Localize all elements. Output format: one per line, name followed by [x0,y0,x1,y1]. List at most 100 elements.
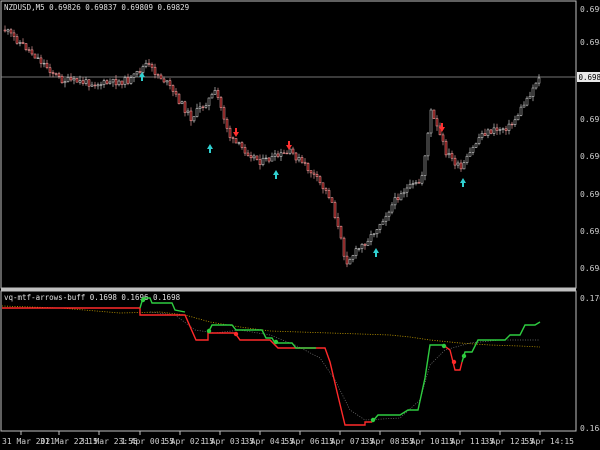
candle-body [243,147,247,154]
candle-body [81,80,85,84]
indicator-dot [441,343,447,349]
candle-body [531,87,535,97]
candle-body [84,79,88,84]
buy-arrow-icon [207,144,213,153]
candle-body [51,72,55,74]
candle-body [45,62,49,68]
candle-body [219,97,223,108]
candle-body [375,229,379,235]
candle-body [411,183,415,185]
candle-body [420,175,424,184]
candle-body [72,78,76,81]
candle-body [396,197,400,201]
chart-window[interactable]: NZDUSD,M5 0.69826 0.69837 0.69809 0.6982… [0,0,600,450]
candle-body [237,142,241,144]
candle-body [393,197,397,206]
candle-body [192,116,196,122]
candle-body [339,225,343,239]
candle-body [282,152,286,154]
candle-body [99,84,103,86]
candle-body [279,152,283,157]
candle-body [66,77,70,82]
candle-body [138,71,142,73]
candle-body [525,97,529,106]
candle-body [285,152,289,155]
candle-body [117,80,121,86]
candle-body [516,115,520,121]
indicator-slow-line [149,311,540,421]
candle-body [489,129,493,134]
candle-body [510,123,514,126]
candle-body [123,77,127,85]
candle-body [324,188,328,191]
candle-body [303,161,307,164]
indicator-bull-line [371,344,443,423]
candle-body [426,132,430,157]
candle-body [369,234,373,242]
indicator-dot [273,339,279,345]
candle-body [501,128,505,130]
candle-body [36,57,40,59]
candle-body [183,101,187,113]
candle-body [105,80,109,84]
candle-body [315,174,319,177]
candle-body [3,29,7,32]
candle-body [21,42,25,44]
candle-body [333,202,337,218]
candle-body [258,159,262,165]
candle-body [477,137,481,144]
candle-body [366,240,370,246]
candle-body [354,248,358,256]
candle-body [504,128,508,131]
candle-body [507,123,511,131]
candle-body [363,243,367,246]
candle-body [429,109,433,134]
candle-body [384,215,388,222]
candle-body [246,152,250,156]
candle-body [9,29,13,34]
candle-body [54,73,58,75]
candle-body [351,255,355,260]
candle-body [387,211,391,217]
indicator-lines [1,297,541,426]
candle-body [468,152,472,157]
candle-body [297,157,301,161]
candlestick-series [3,25,541,268]
indicator-dot [461,353,467,359]
candle-body [534,82,538,89]
candle-body [90,84,94,87]
indicator-dot [206,328,212,334]
candle-body [408,183,412,189]
candle-body [78,80,82,83]
indicator-dot [233,331,239,337]
sell-arrow-icon [233,128,239,137]
candle-body [300,157,304,163]
chart-canvas[interactable]: NZDUSD,M5 0.69826 0.69837 0.69809 0.6982… [0,0,600,450]
candle-body [321,182,325,190]
candle-body [480,133,484,138]
candle-body [495,127,499,131]
candle-body [153,66,157,75]
candle-body [69,77,73,81]
candle-body [168,80,172,86]
candle-body [471,147,475,153]
candle-body [231,137,235,139]
indicator-header: vq-mtf-arrows-buff 0.1698 0.1696 0.1698 [4,293,181,302]
candle-body [177,93,181,104]
candle-body [42,62,46,65]
candle-body [348,259,352,265]
candle-body [306,163,310,171]
candle-body [453,157,457,166]
candle-body [216,90,220,98]
candle-body [225,118,229,129]
candle-body [93,84,97,87]
time-label: 1 Apr 14:15 [521,437,574,446]
candle-body [483,133,487,136]
candle-body [207,97,211,106]
candle-body [276,153,280,157]
indicator-bull-line [461,321,541,363]
candle-body [309,170,313,174]
buy-arrow-icon [273,170,279,179]
signal-arrows [139,72,466,257]
candle-body [336,217,340,227]
